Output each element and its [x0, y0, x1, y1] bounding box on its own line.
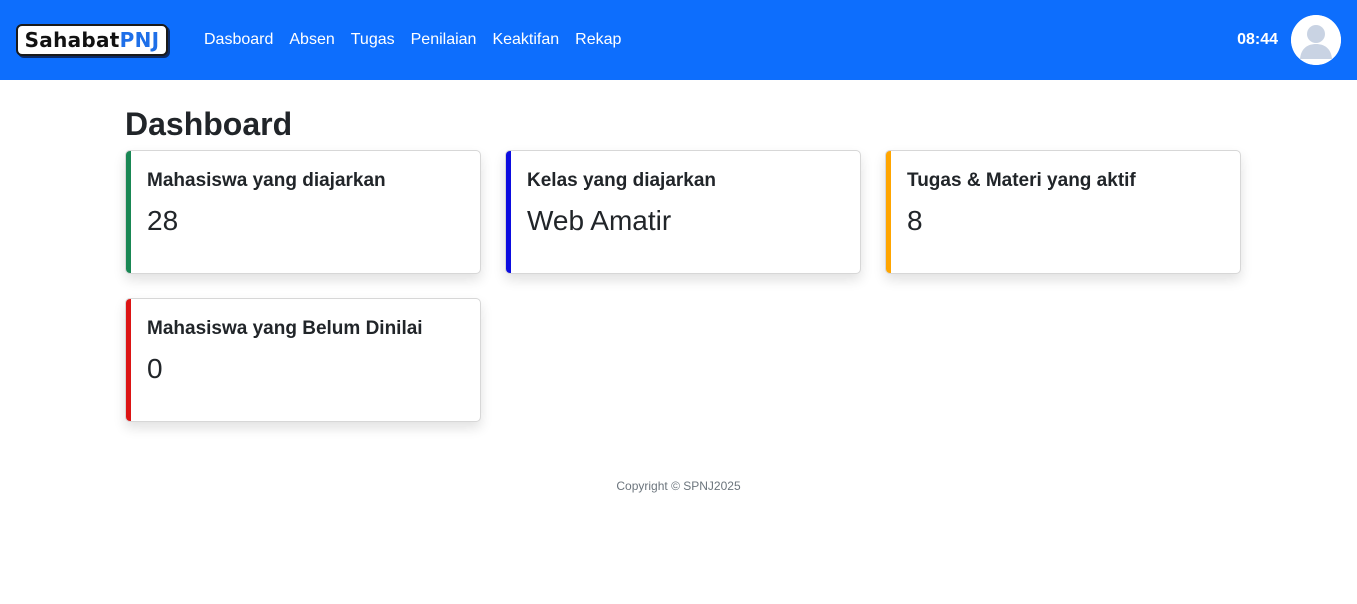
stat-card-mahasiswa-diajarkan: Mahasiswa yang diajarkan 28 — [125, 150, 481, 274]
nav-item-keaktifan[interactable]: Keaktifan — [492, 31, 559, 49]
stat-card-kelas-diajarkan: Kelas yang diajarkan Web Amatir — [505, 150, 861, 274]
card-accent-bar — [126, 299, 131, 421]
nav-item-rekap[interactable]: Rekap — [575, 31, 621, 49]
card-value: 8 — [907, 205, 923, 236]
card-accent-bar — [126, 151, 131, 273]
brand-text-primary: Sahabat — [24, 28, 120, 52]
card-label: Tugas & Materi yang aktif — [907, 170, 1136, 191]
nav-item-tugas[interactable]: Tugas — [351, 31, 395, 49]
brand-logo[interactable]: Sahabat PNJ — [16, 24, 168, 56]
card-label: Mahasiswa yang diajarkan — [147, 170, 386, 191]
stat-card-belum-dinilai: Mahasiswa yang Belum Dinilai 0 — [125, 298, 481, 422]
nav-item-absen[interactable]: Absen — [289, 31, 334, 49]
user-avatar-icon[interactable] — [1291, 15, 1341, 65]
card-label: Mahasiswa yang Belum Dinilai — [147, 318, 423, 339]
card-value: 0 — [147, 353, 163, 384]
page-title: Dashboard — [125, 106, 293, 142]
clock-time: 08:44 — [1237, 31, 1278, 48]
nav-item-penilaian[interactable]: Penilaian — [411, 31, 477, 49]
card-value: 28 — [147, 205, 179, 236]
card-accent-bar — [886, 151, 891, 273]
nav-item-dasboard[interactable]: Dasboard — [204, 31, 273, 49]
brand-text-accent: PNJ — [119, 28, 160, 52]
card-label: Kelas yang diajarkan — [527, 170, 717, 191]
avatar-silhouette-icon — [1291, 15, 1341, 65]
navbar: Sahabat PNJ Dasboard Absen Tugas Penilaia… — [0, 0, 1357, 80]
card-accent-bar — [506, 151, 511, 273]
nav-menu: Dasboard Absen Tugas Penilaian Keaktifan… — [204, 0, 621, 80]
footer-copyright: Copyright © SPNJ2025 — [616, 479, 741, 493]
stat-card-tugas-materi-aktif: Tugas & Materi yang aktif 8 — [885, 150, 1241, 274]
card-value: Web Amatir — [527, 205, 672, 236]
